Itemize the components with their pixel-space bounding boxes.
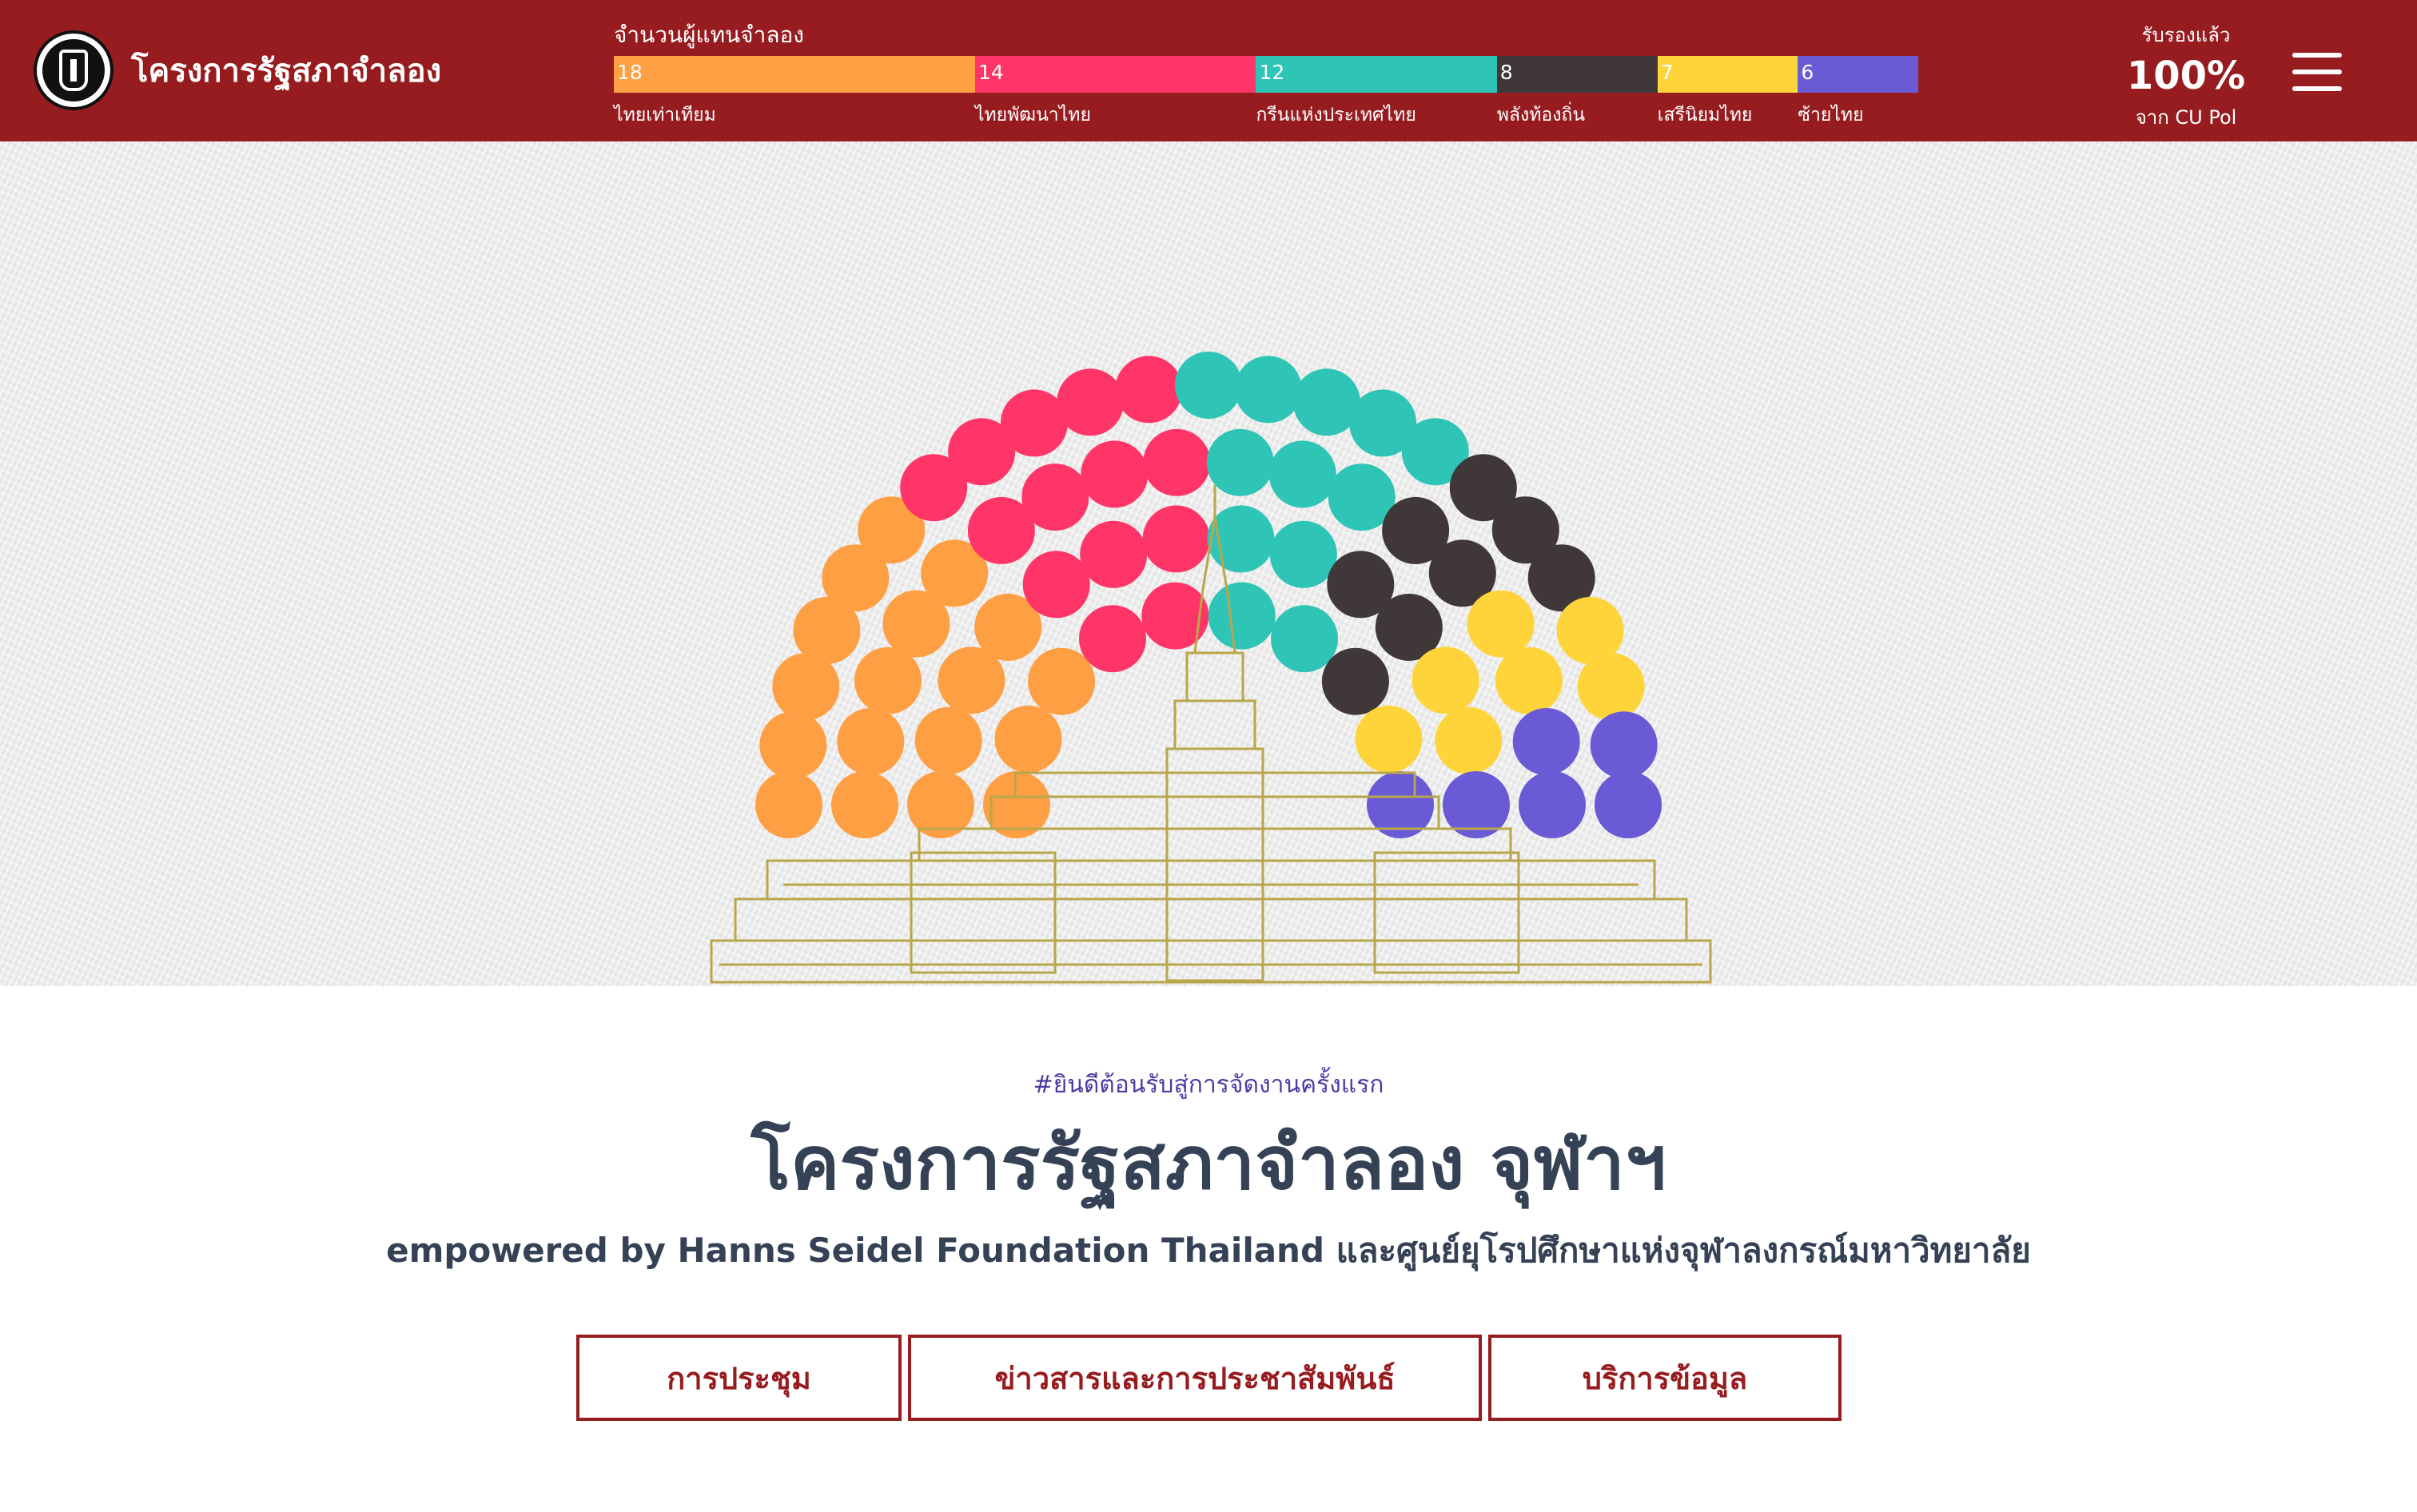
seat-dot [1175,352,1242,419]
parliament-seat-chart [710,352,1712,984]
seat-dot [759,711,827,779]
page-subtitle: empowered by Hanns Seidel Foundation Tha… [386,1231,2031,1270]
seat-bar-segment: 6 [1798,56,1918,93]
page-title: โครงการรัฐสภาจำลอง จุฬาฯ [751,1120,1666,1206]
party-name: เสรีนิยมไทย [1657,105,1753,125]
welcome-tagline[interactable]: #ยินดีต้อนรับสู่การจัดงานครั้งแรก [0,1066,2417,1104]
seat-dot [1435,706,1503,774]
party-name-list: ไทยเท่าเทียม ไทยพัฒนาไทย กรีนแห่งประเทศไทย… [614,101,1918,128]
logo-emblem-icon [42,39,105,101]
party-name: ไทยเท่าเทียม [614,105,716,125]
seat-dot [1577,653,1645,721]
seat-dot [854,647,922,714]
seat-dot [1467,590,1535,658]
party-name: ซ้ายไทย [1798,105,1864,125]
party-name: พลังท้องถิ่น [1496,105,1586,125]
seat-count: 6 [1801,61,1814,84]
seat-dot [1208,582,1276,650]
seat-dot [914,706,982,774]
seat-dot [1115,356,1183,424]
seat-count: 12 [1259,61,1285,84]
seat-dot [1234,356,1302,424]
seat-bar-segment: 14 [974,56,1256,93]
seat-count: 14 [978,61,1004,84]
seat-dot [1519,771,1586,838]
seat-dot [1022,551,1090,619]
certification-status: รับรองแล้ว 100% จาก CU Pol [2094,19,2278,133]
seat-dot [994,705,1062,773]
site-logo[interactable] [34,30,113,110]
seat-count: 7 [1660,61,1674,84]
seat-dot [1269,520,1337,588]
seat-count: 8 [1499,61,1513,84]
seat-bar-segment: 18 [614,56,975,93]
seat-dot [1206,428,1274,496]
seat-dot [1512,708,1580,775]
certified-source: จาก CU Pol [2135,106,2237,129]
seat-count-label: จำนวนผู้แทนจำลอง [614,22,804,48]
seat-dot [1080,520,1148,588]
seat-dot [1495,647,1563,714]
seat-distribution-bar: 18 14 12 8 7 6 [614,56,1918,93]
seat-dot [1268,440,1336,508]
seat-dot [1021,464,1089,531]
seat-dot [1271,605,1338,673]
party-name: ไทยพัฒนาไทย [974,105,1091,125]
seat-dot [1057,368,1125,436]
seat-dot [1081,440,1149,508]
site-title[interactable]: โครงการรัฐสภาจำลอง [131,45,441,96]
certified-label: รับรองแล้ว [2141,24,2231,46]
menu-icon[interactable] [2292,53,2342,91]
seat-bar-segment: 8 [1496,56,1658,93]
seat-dot [1207,505,1275,573]
meeting-button[interactable]: การประชุม [576,1335,902,1421]
party-name: กรีนแห่งประเทศไทย [1256,105,1416,125]
seat-dot [1028,647,1096,715]
hero-banner [0,141,2417,986]
seat-dot [1590,711,1658,779]
seat-dot [1142,505,1210,573]
certified-value: 100% [2126,54,2246,98]
seat-bar-segment: 7 [1657,56,1798,93]
seat-dot [831,771,898,838]
data-services-button[interactable]: บริการข้อมูล [1488,1335,1842,1421]
seat-dot [1412,647,1479,714]
seat-dot [1321,647,1389,715]
seat-count: 18 [617,61,643,84]
news-button[interactable]: ข่าวสารและการประชาสัมพันธ์ [908,1335,1482,1421]
seat-dot [1355,705,1423,773]
site-header: โครงการรัฐสภาจำลอง จำนวนผู้แทนจำลอง 18 14… [0,0,2417,141]
seat-dot [1595,771,1662,838]
seat-bar-segment: 12 [1256,56,1497,93]
seat-dot [1079,605,1146,673]
seat-dot [1143,428,1211,496]
seat-dot [837,708,905,775]
seat-dot [755,771,822,838]
